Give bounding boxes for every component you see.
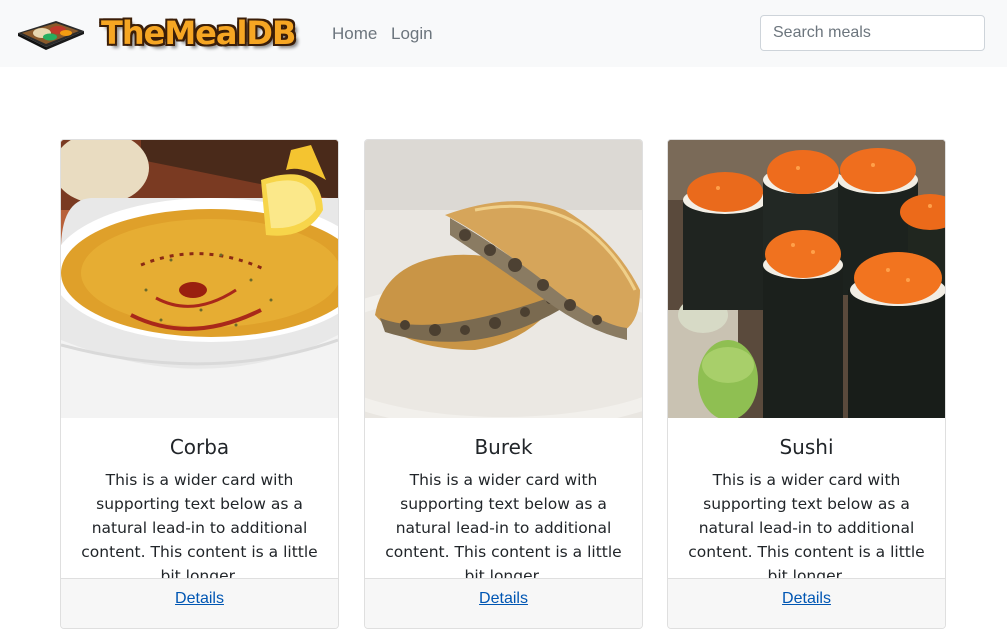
card-title: Corba	[169, 435, 230, 459]
details-link[interactable]: Details	[782, 590, 831, 608]
card-text: This is a wider card with supporting tex…	[385, 471, 622, 585]
navbar: TheMealDB Home Login	[0, 0, 1007, 67]
burek-image	[365, 140, 642, 418]
site-logo[interactable]: TheMealDB	[16, 11, 300, 53]
brand-name: TheMealDB	[101, 14, 296, 52]
meal-card-corba: Corba This is a wider card with supporti…	[60, 139, 339, 629]
card-text: This is a wider card with supporting tex…	[81, 471, 318, 585]
corba-image	[61, 140, 338, 418]
nav-home-link[interactable]: Home	[332, 24, 377, 44]
meal-tray-icon	[18, 21, 84, 50]
details-link[interactable]: Details	[479, 590, 528, 608]
meal-card-sushi: Sushi This is a wider card with supporti…	[667, 139, 946, 629]
card-footer: Details	[365, 578, 642, 628]
nav-login-link[interactable]: Login	[391, 24, 433, 44]
search-input[interactable]	[760, 15, 985, 51]
card-footer: Details	[668, 578, 945, 628]
meal-card-burek: Burek This is a wider card with supporti…	[364, 139, 643, 629]
card-title: Sushi	[779, 435, 834, 459]
card-text: This is a wider card with supporting tex…	[688, 471, 925, 585]
sushi-image	[668, 140, 945, 418]
details-link[interactable]: Details	[175, 590, 224, 608]
card-footer: Details	[61, 578, 338, 628]
card-title: Burek	[474, 435, 533, 459]
